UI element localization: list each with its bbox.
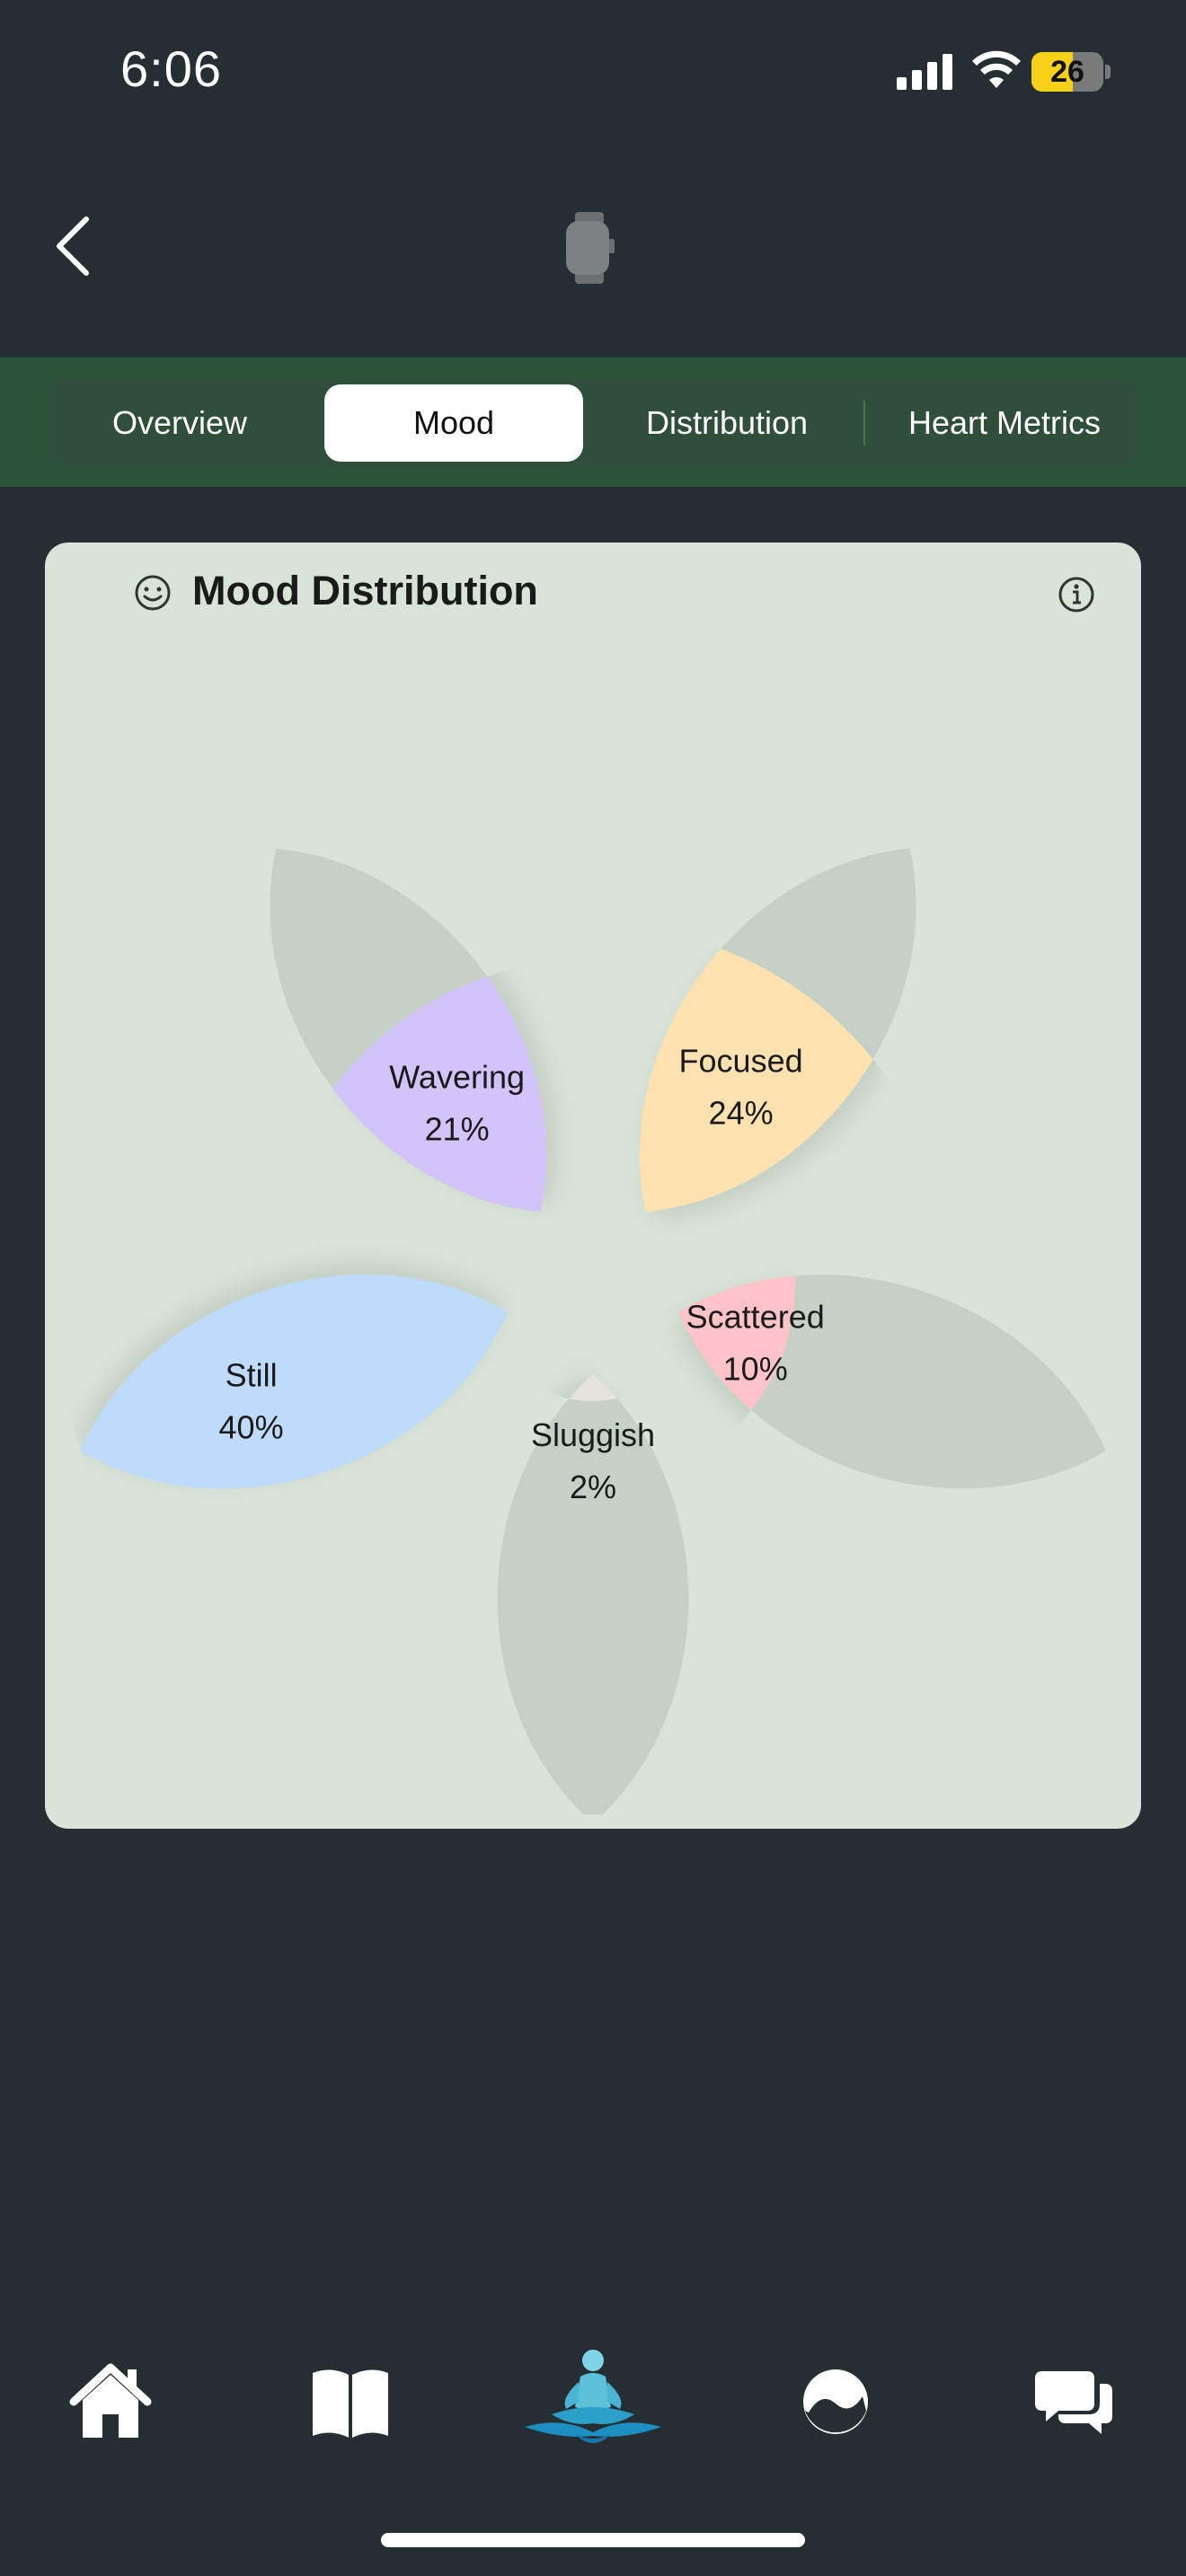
petal-value-focused: 24% xyxy=(709,1094,774,1131)
tab-heart-metrics[interactable]: Heart Metrics xyxy=(872,384,1137,462)
wifi-icon xyxy=(972,50,1021,88)
card-title: Mood Distribution xyxy=(192,568,538,613)
petal-label-wavering: Wavering xyxy=(389,1059,525,1096)
tab-distribution[interactable]: Distribution xyxy=(597,384,856,462)
petal-label-focused: Focused xyxy=(679,1042,803,1079)
petal-label-still: Still xyxy=(226,1357,278,1394)
info-icon[interactable] xyxy=(1057,575,1096,614)
petal-still xyxy=(80,1275,508,1489)
meditation-icon[interactable] xyxy=(525,2346,661,2452)
petal-value-wavering: 21% xyxy=(425,1111,490,1148)
book-icon[interactable] xyxy=(309,2360,392,2443)
petal-wavering xyxy=(270,848,547,1213)
petal-value-scattered: 10% xyxy=(723,1351,788,1388)
watch-icon[interactable] xyxy=(562,212,616,284)
status-time: 6:06 xyxy=(120,40,222,97)
battery-icon: 26 xyxy=(1031,52,1112,92)
tab-overview[interactable]: Overview xyxy=(49,384,311,462)
petal-label-scattered: Scattered xyxy=(686,1299,825,1336)
petal-value-sluggish: 2% xyxy=(570,1469,616,1505)
petal-focused xyxy=(639,848,916,1213)
petal-value-still: 40% xyxy=(219,1409,284,1446)
petal-label-sluggish: Sluggish xyxy=(531,1416,655,1453)
chat-icon[interactable] xyxy=(1033,2360,1114,2443)
tab-mood[interactable]: Mood xyxy=(324,384,583,462)
home-icon[interactable] xyxy=(68,2360,153,2443)
mood-flower-chart: Focused 24% Scattered 10% Sluggish 2% Still 40%… xyxy=(80,848,1106,1814)
petal-track-scattered xyxy=(678,1275,1106,1489)
wave-circle-icon[interactable] xyxy=(800,2360,872,2443)
smiley-icon xyxy=(135,575,171,611)
battery-level: 26 xyxy=(1050,55,1084,89)
home-indicator xyxy=(381,2533,805,2547)
back-chevron-icon[interactable] xyxy=(50,214,95,278)
signal-icon xyxy=(897,54,952,90)
tab-divider xyxy=(863,401,865,446)
